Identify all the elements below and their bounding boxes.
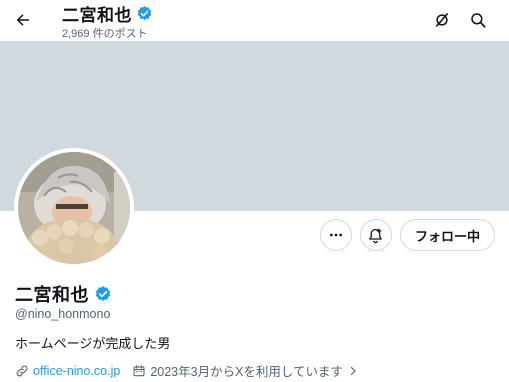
chevron-right-icon: [350, 366, 356, 375]
verified-badge-icon: [95, 286, 111, 301]
link-icon: [16, 365, 28, 376]
website-link[interactable]: office-nino.co.jp: [33, 364, 120, 378]
post-count: 2,969 件のポスト: [62, 28, 148, 40]
notify-bell-icon: [369, 227, 383, 243]
verified-badge-icon: [137, 5, 152, 20]
notify-button[interactable]: [359, 219, 392, 251]
grok-button[interactable]: [428, 6, 456, 34]
joined-date: 2023年3月からXを利用しています: [150, 365, 344, 379]
more-button[interactable]: [319, 219, 352, 251]
profile-name: 二宮和也: [15, 285, 89, 305]
search-button[interactable]: [464, 6, 492, 34]
calendar-icon: [133, 364, 145, 376]
search-icon: [471, 13, 486, 28]
grok-icon: [435, 13, 449, 27]
back-button[interactable]: [8, 5, 38, 35]
page-title: 二宮和也: [62, 5, 132, 25]
profile-name-row: 二宮和也: [15, 281, 112, 307]
avatar[interactable]: [14, 148, 134, 268]
profile-meta: office-nino.co.jp 2023年3月からXを利用しています: [15, 361, 359, 380]
joined-item[interactable]: 2023年3月からXを利用しています: [132, 361, 359, 380]
website-item: office-nino.co.jp: [15, 364, 120, 378]
following-button[interactable]: フォロー中: [399, 219, 495, 251]
top-bar: 二宮和也 2,969 件のポスト: [0, 0, 509, 41]
header-title-block: 二宮和也 2,969 件のポスト: [62, 2, 153, 41]
more-icon: [329, 233, 342, 237]
profile-bio: ホームページが完成した男: [15, 336, 171, 351]
avatar-photo: [18, 152, 130, 264]
back-arrow-icon: [16, 14, 29, 26]
profile-handle: @nino_honmono: [15, 307, 111, 321]
profile-actions: フォロー中: [319, 219, 495, 251]
